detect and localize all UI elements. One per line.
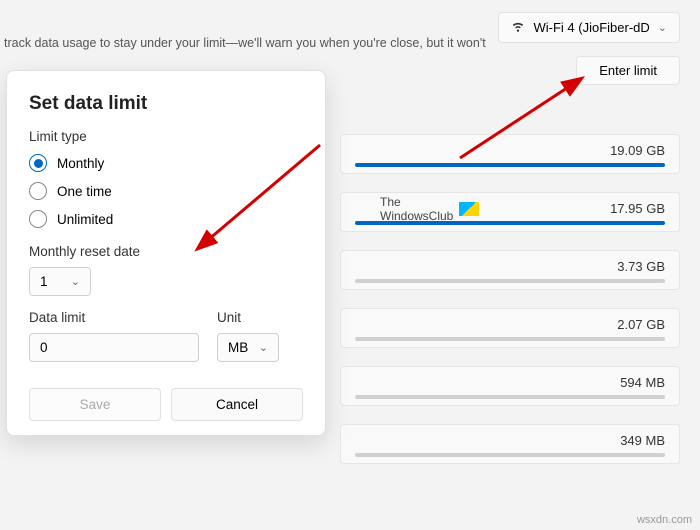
reset-date-label: Monthly reset date bbox=[29, 244, 303, 259]
wifi-network-label: Wi-Fi 4 (JioFiber-dD bbox=[533, 20, 649, 35]
unit-select[interactable]: MB ⌄ bbox=[217, 333, 279, 362]
data-usage-description: track data usage to stay under your limi… bbox=[4, 36, 486, 50]
usage-value: 2.07 GB bbox=[617, 317, 665, 332]
cancel-button[interactable]: Cancel bbox=[171, 388, 303, 421]
limit-type-label: Limit type bbox=[29, 129, 303, 144]
usage-bar bbox=[355, 279, 665, 283]
usage-value: 594 MB bbox=[620, 375, 665, 390]
usage-row: 3.73 GB bbox=[340, 250, 680, 290]
radio-unlimited[interactable]: Unlimited bbox=[29, 210, 303, 228]
usage-bar bbox=[355, 453, 665, 457]
unit-value: MB bbox=[228, 340, 248, 355]
usage-row: 349 MB bbox=[340, 424, 680, 464]
reset-date-select[interactable]: 1 ⌄ bbox=[29, 267, 91, 296]
usage-row: 19.09 GB bbox=[340, 134, 680, 174]
limit-type-radio-group: Monthly One time Unlimited bbox=[29, 154, 303, 228]
reset-date-value: 1 bbox=[40, 274, 48, 289]
chevron-down-icon: ⌄ bbox=[259, 341, 268, 354]
data-limit-input[interactable] bbox=[40, 340, 188, 355]
windows-flag-icon bbox=[459, 202, 479, 216]
radio-label: One time bbox=[57, 184, 112, 199]
data-limit-label: Data limit bbox=[29, 310, 199, 325]
radio-one-time[interactable]: One time bbox=[29, 182, 303, 200]
data-limit-input-wrapper bbox=[29, 333, 199, 362]
source-watermark: wsxdn.com bbox=[637, 514, 692, 526]
watermark-text: The bbox=[380, 195, 453, 209]
dialog-title: Set data limit bbox=[29, 93, 303, 115]
radio-label: Unlimited bbox=[57, 212, 113, 227]
set-data-limit-dialog: Set data limit Limit type Monthly One ti… bbox=[6, 70, 326, 436]
usage-value: 3.73 GB bbox=[617, 259, 665, 274]
wifi-network-dropdown[interactable]: Wi-Fi 4 (JioFiber-dD ⌄ bbox=[498, 12, 680, 43]
chevron-down-icon: ⌄ bbox=[71, 275, 80, 288]
radio-label: Monthly bbox=[57, 156, 104, 171]
unit-label: Unit bbox=[217, 310, 279, 325]
usage-list: 19.09 GB 17.95 GB 3.73 GB 2.07 GB 594 MB… bbox=[340, 134, 680, 482]
radio-monthly[interactable]: Monthly bbox=[29, 154, 303, 172]
radio-icon bbox=[29, 154, 47, 172]
enter-limit-button[interactable]: Enter limit bbox=[576, 56, 680, 85]
usage-value: 349 MB bbox=[620, 433, 665, 448]
usage-row: 594 MB bbox=[340, 366, 680, 406]
usage-bar bbox=[355, 337, 665, 341]
radio-icon bbox=[29, 210, 47, 228]
usage-bar bbox=[355, 163, 665, 167]
usage-value: 17.95 GB bbox=[610, 201, 665, 216]
wifi-icon bbox=[511, 19, 525, 36]
usage-value: 19.09 GB bbox=[610, 143, 665, 158]
usage-row: 2.07 GB bbox=[340, 308, 680, 348]
watermark-text: WindowsClub bbox=[380, 209, 453, 223]
radio-icon bbox=[29, 182, 47, 200]
watermark: The WindowsClub bbox=[380, 195, 479, 223]
save-button: Save bbox=[29, 388, 161, 421]
chevron-down-icon: ⌄ bbox=[658, 21, 667, 34]
usage-bar bbox=[355, 395, 665, 399]
